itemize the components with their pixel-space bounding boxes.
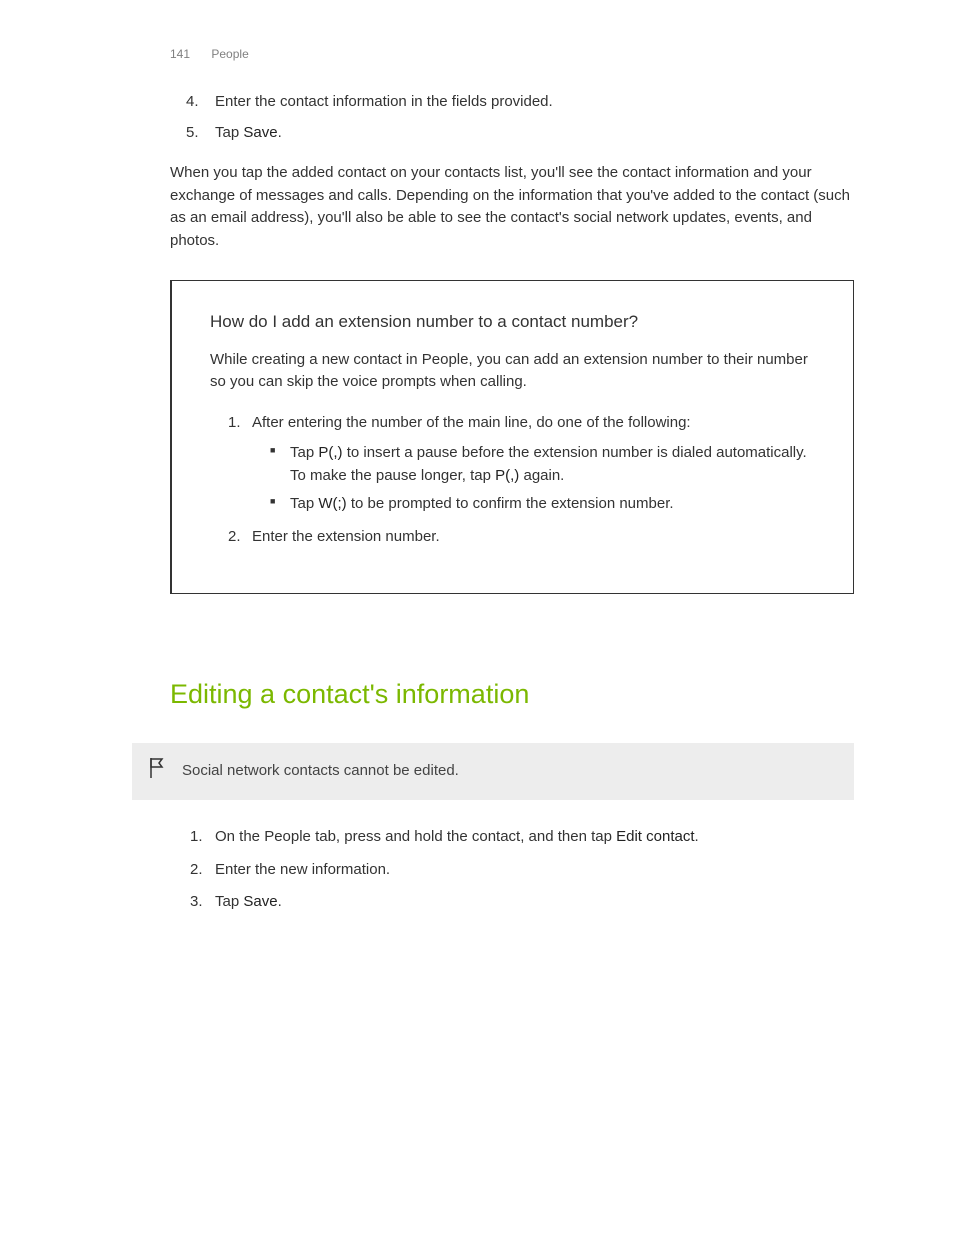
main-content: 4. Enter the contact information in the … <box>170 91 854 914</box>
bullet-list: Tap P(,) to insert a pause before the ex… <box>252 442 815 516</box>
section-heading: Editing a contact's information <box>170 674 854 715</box>
list-text: Tap Save. <box>215 124 282 141</box>
note-bar: Social network contacts cannot be edited… <box>132 743 854 801</box>
list-item: Tap P(,) to insert a pause before the ex… <box>252 442 815 487</box>
page-number: 141 <box>170 47 190 61</box>
list-number: 3. <box>190 891 203 914</box>
section-name: People <box>211 47 248 61</box>
list-text: Tap W(;) to be prompted to confirm the e… <box>290 495 674 512</box>
list-text: Enter the contact information in the fie… <box>215 93 553 110</box>
callout-title: How do I add an extension number to a co… <box>210 309 815 335</box>
list-item: 5. Tap Save. <box>170 122 854 145</box>
note-text: Social network contacts cannot be edited… <box>182 760 459 783</box>
list-number: 5. <box>186 122 199 145</box>
callout-paragraph: While creating a new contact in People, … <box>210 349 815 394</box>
callout-ordered-list: 1. After entering the number of the main… <box>210 412 815 549</box>
callout-box: How do I add an extension number to a co… <box>170 280 854 594</box>
list-text: Enter the new information. <box>215 861 390 878</box>
list-number: 2. <box>190 859 203 882</box>
continuation-list: 4. Enter the contact information in the … <box>170 91 854 144</box>
list-item: 2. Enter the new information. <box>170 859 854 882</box>
list-number: 2. <box>228 526 241 549</box>
list-number: 4. <box>186 91 199 114</box>
list-text: Enter the extension number. <box>252 528 440 545</box>
list-item: Tap W(;) to be prompted to confirm the e… <box>252 493 815 516</box>
list-item: 1. After entering the number of the main… <box>210 412 815 516</box>
list-text: Tap Save. <box>215 893 282 910</box>
list-number: 1. <box>228 412 241 435</box>
list-number: 1. <box>190 826 203 849</box>
list-item: 2. Enter the extension number. <box>210 526 815 549</box>
list-text: Tap P(,) to insert a pause before the ex… <box>290 444 807 484</box>
edit-steps-list: 1. On the People tab, press and hold the… <box>170 826 854 914</box>
list-item: 3. Tap Save. <box>170 891 854 914</box>
page-header: 141 People <box>170 45 854 63</box>
body-paragraph: When you tap the added contact on your c… <box>170 162 854 252</box>
list-item: 4. Enter the contact information in the … <box>170 91 854 114</box>
list-text: After entering the number of the main li… <box>252 414 691 431</box>
flag-icon <box>132 757 182 787</box>
list-item: 1. On the People tab, press and hold the… <box>170 826 854 849</box>
list-text: On the People tab, press and hold the co… <box>215 828 699 845</box>
